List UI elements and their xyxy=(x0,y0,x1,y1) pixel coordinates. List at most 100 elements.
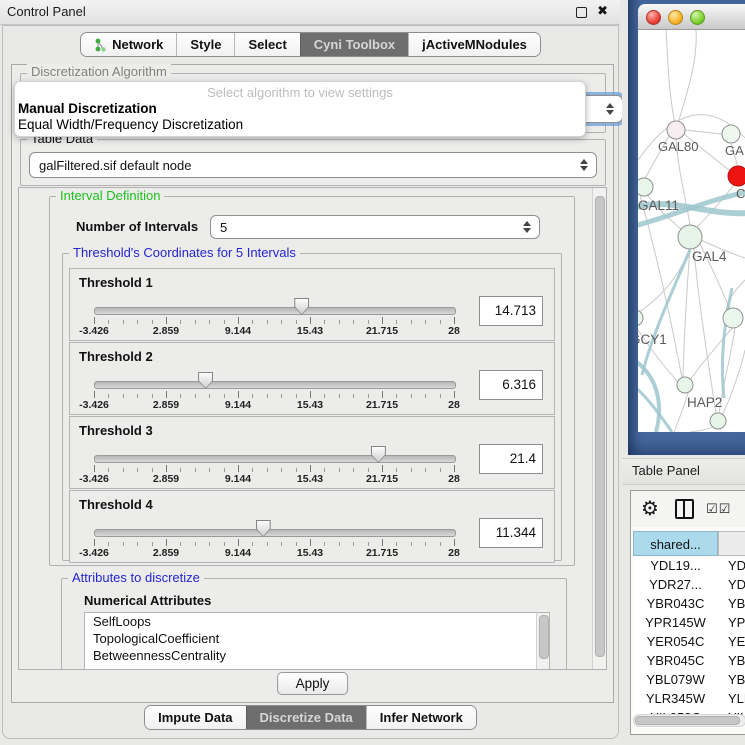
cell-name[interactable]: YDL1 xyxy=(728,558,745,573)
bottom-tab-discretize-data[interactable]: Discretize Data xyxy=(246,706,366,729)
network-edge[interactable] xyxy=(666,30,676,130)
algorithm-option-manual[interactable]: Manual Discretization xyxy=(18,101,157,116)
network-edge[interactable] xyxy=(638,248,690,314)
table-row[interactable]: YER054C YER0 xyxy=(633,633,745,652)
bottom-tab-infer-network[interactable]: Infer Network xyxy=(366,706,476,729)
network-node[interactable] xyxy=(678,225,702,249)
attributes-scrollbar-thumb[interactable] xyxy=(539,615,549,659)
network-node[interactable] xyxy=(638,178,653,196)
cell-name[interactable]: YBL0 xyxy=(728,672,745,687)
column-header-name[interactable]: na xyxy=(718,531,745,556)
network-canvas[interactable]: GAL80GACGAL11GAL4GCY1HAP2 xyxy=(638,30,745,432)
cell-name[interactable]: YBR0 xyxy=(728,653,745,668)
cell-shared-name[interactable]: YDL19... xyxy=(633,558,718,573)
network-node[interactable] xyxy=(677,377,693,393)
table-row[interactable]: YLR345W YLR3 xyxy=(633,690,745,709)
table-row[interactable]: YPR145W YPR1 xyxy=(633,614,745,633)
cell-shared-name[interactable]: YPR145W xyxy=(633,615,718,630)
slider-track[interactable] xyxy=(94,529,456,537)
settings-scrollbar-thumb[interactable] xyxy=(595,196,605,657)
settings-scrollbar[interactable] xyxy=(592,188,606,669)
attributes-items: SelfLoopsTopologicalCoefficientBetweenne… xyxy=(85,613,549,664)
attribute-item[interactable]: SelfLoops xyxy=(85,613,549,630)
attribute-item[interactable]: TopologicalCoefficient xyxy=(85,630,549,647)
cell-shared-name[interactable]: YDR27... xyxy=(633,577,718,592)
float-window-icon[interactable] xyxy=(576,7,587,18)
network-node[interactable] xyxy=(638,310,643,326)
threshold-slider[interactable]: -3.4262.8599.14415.4321.71528 xyxy=(94,491,454,562)
table-row[interactable]: YDR27... YDR2 xyxy=(633,576,745,595)
network-node[interactable] xyxy=(722,125,740,143)
threshold-slider[interactable]: -3.4262.8599.14415.4321.71528 xyxy=(94,417,454,488)
network-node[interactable] xyxy=(710,413,726,429)
right-panel: GAL80GACGAL11GAL4GCY1HAP2 Table Panel ⚙ … xyxy=(622,0,745,745)
cell-shared-name[interactable]: YLR345W xyxy=(633,691,718,706)
mac-minimize-icon[interactable] xyxy=(668,10,683,25)
network-node-label: C xyxy=(736,186,745,201)
apply-button[interactable]: Apply xyxy=(277,672,349,695)
bottom-tab-impute-data[interactable]: Impute Data xyxy=(145,706,245,729)
network-icon xyxy=(94,38,107,52)
gear-icon[interactable]: ⚙ xyxy=(641,496,659,521)
network-node[interactable] xyxy=(667,121,685,139)
cell-shared-name[interactable]: YBR043C xyxy=(633,596,718,611)
threshold-slider[interactable]: -3.4262.8599.14415.4321.71528 xyxy=(94,343,454,414)
tab-style[interactable]: Style xyxy=(176,33,234,56)
network-graph: GAL80GACGAL11GAL4GCY1HAP2 xyxy=(638,30,745,432)
tab-network[interactable]: Network xyxy=(81,33,176,56)
column-header-shared-name[interactable]: shared... xyxy=(633,531,718,556)
cell-name[interactable]: YPR1 xyxy=(728,615,745,630)
num-intervals-label: Number of Intervals xyxy=(76,219,198,234)
table-data-combo[interactable]: galFiltered.sif default node xyxy=(29,152,597,178)
cell-shared-name[interactable]: YBR045C xyxy=(633,653,718,668)
table-hscrollbar-thumb[interactable] xyxy=(635,716,740,725)
slider-tick-labels: -3.4262.8599.14415.4321.71528 xyxy=(94,325,454,337)
table-row[interactable]: YBR043C YBR0 xyxy=(633,595,745,614)
cell-shared-name[interactable]: YBL079W xyxy=(633,672,718,687)
num-intervals-combo[interactable]: 5 xyxy=(210,215,540,239)
slider-tick-labels: -3.4262.8599.14415.4321.71528 xyxy=(94,547,454,559)
cell-name[interactable]: YLR3 xyxy=(728,691,745,706)
attributes-listbox[interactable]: SelfLoopsTopologicalCoefficientBetweenne… xyxy=(84,612,550,670)
threshold-value-field[interactable]: 14.713 xyxy=(479,296,543,326)
tab-jactivemnodules[interactable]: jActiveMNodules xyxy=(408,33,540,56)
algorithm-group-label: Discretization Algorithm xyxy=(27,64,171,79)
network-node[interactable] xyxy=(728,166,745,186)
network-node[interactable] xyxy=(723,308,743,328)
algorithm-option-equal-width[interactable]: Equal Width/Frequency Discretization xyxy=(18,117,243,132)
slider-track[interactable] xyxy=(94,307,456,315)
slider-track[interactable] xyxy=(94,381,456,389)
network-edge[interactable] xyxy=(722,350,745,416)
cell-shared-name[interactable]: YER054C xyxy=(633,634,718,649)
network-edge[interactable] xyxy=(685,130,722,134)
network-edge[interactable] xyxy=(722,288,732,398)
table-hscrollbar[interactable] xyxy=(633,714,745,727)
cell-name[interactable]: YBR0 xyxy=(728,596,745,611)
table-row[interactable]: YDL19... YDL1 xyxy=(633,557,745,576)
attribute-item[interactable]: BetweennessCentrality xyxy=(85,647,549,664)
cell-name[interactable]: YDR2 xyxy=(728,577,745,592)
slider-track[interactable] xyxy=(94,455,456,463)
threshold-value-field[interactable]: 11.344 xyxy=(479,518,543,548)
network-edge[interactable] xyxy=(638,360,659,432)
threshold-value-field[interactable]: 6.316 xyxy=(479,370,543,400)
table-row[interactable]: YBR045C YBR0 xyxy=(633,652,745,671)
bottom-tab-bar: Impute Data Discretize DataInfer Network xyxy=(3,705,618,730)
network-edge[interactable] xyxy=(642,250,690,375)
tab-select[interactable]: Select xyxy=(234,33,299,56)
attributes-scrollbar[interactable] xyxy=(536,613,549,670)
network-edge[interactable] xyxy=(674,393,688,432)
column-layout-icon[interactable] xyxy=(675,499,694,519)
threshold-value-field[interactable]: 21.4 xyxy=(479,444,543,474)
cell-name[interactable]: YER0 xyxy=(728,634,745,649)
mac-zoom-icon[interactable] xyxy=(690,10,705,25)
bottom-tab-label: Impute Data xyxy=(158,710,232,725)
mac-close-icon[interactable] xyxy=(646,10,661,25)
close-icon[interactable]: ✖ xyxy=(597,3,608,19)
settings-scrollpanel: Interval Definition Number of Intervals … xyxy=(18,187,607,670)
network-edge[interactable] xyxy=(694,248,716,414)
table-row[interactable]: YBL079W YBL0 xyxy=(633,671,745,690)
tab-cyni-toolbox[interactable]: Cyni Toolbox xyxy=(300,33,408,56)
threshold-slider[interactable]: -3.4262.8599.14415.4321.71528 xyxy=(94,269,454,340)
checkbox-icons[interactable]: ☑☑ xyxy=(706,501,731,517)
